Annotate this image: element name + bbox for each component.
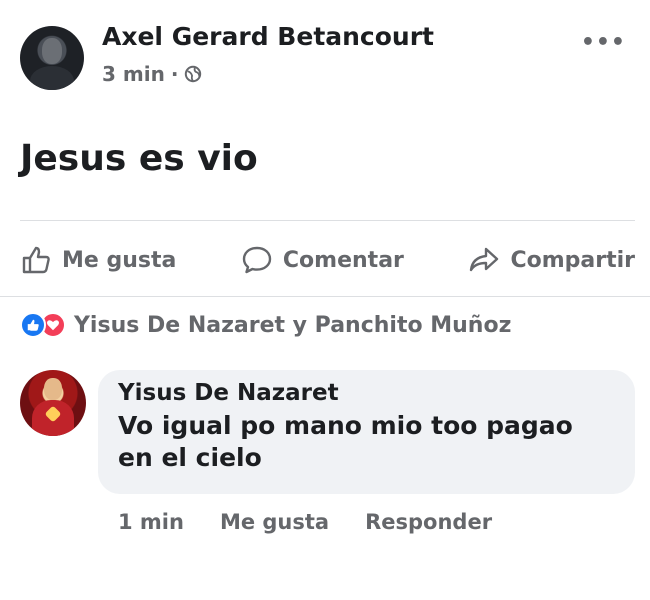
divider	[20, 220, 635, 221]
share-icon	[470, 247, 499, 272]
comment-like-button[interactable]: Me gusta	[220, 510, 329, 534]
author-name[interactable]: Axel Gerard Betancourt	[102, 22, 434, 51]
commenter-avatar[interactable]	[20, 370, 86, 436]
post-text: Jesus es vio	[20, 138, 258, 179]
like-reaction-icon	[20, 312, 46, 338]
post-meta: 3 min ·	[102, 62, 202, 86]
author-avatar[interactable]	[20, 26, 84, 90]
avatar-face	[44, 378, 62, 400]
like-button[interactable]: Me gusta	[20, 244, 176, 276]
avatar-face	[42, 38, 62, 64]
thumbs-up-icon	[22, 246, 50, 274]
post-actions: Me gusta Comentar Compartir	[20, 238, 635, 282]
post-time[interactable]: 3 min	[102, 62, 165, 86]
meta-separator: ·	[170, 62, 179, 86]
comment-bubble: Yisus De Nazaret Vo igual po mano mio to…	[98, 370, 635, 494]
like-label: Me gusta	[62, 247, 177, 273]
divider	[0, 296, 650, 297]
more-options-icon[interactable]: •••	[581, 30, 626, 55]
share-button[interactable]: Compartir	[468, 244, 635, 276]
reactions-text: Yisus De Nazaret y Panchito Muñoz	[74, 312, 512, 338]
comment-author[interactable]: Yisus De Nazaret	[118, 380, 615, 406]
comment-reply-button[interactable]: Responder	[365, 510, 492, 534]
comment-icon	[242, 246, 272, 274]
comment-text: Vo igual po mano mio too pagao en el cie…	[118, 411, 573, 472]
globe-icon	[185, 65, 202, 83]
share-label: Compartir	[510, 247, 635, 273]
reaction-icons	[20, 312, 66, 338]
comment-button[interactable]: Comentar	[241, 244, 404, 276]
comment-time[interactable]: 1 min	[118, 510, 184, 534]
comment-meta: 1 min Me gusta Responder	[118, 510, 492, 534]
avatar-body	[30, 66, 74, 90]
comment-label: Comentar	[282, 247, 404, 273]
post-header: Axel Gerard Betancourt 3 min · •••	[20, 22, 630, 92]
reactions-summary[interactable]: Yisus De Nazaret y Panchito Muñoz	[20, 312, 511, 338]
